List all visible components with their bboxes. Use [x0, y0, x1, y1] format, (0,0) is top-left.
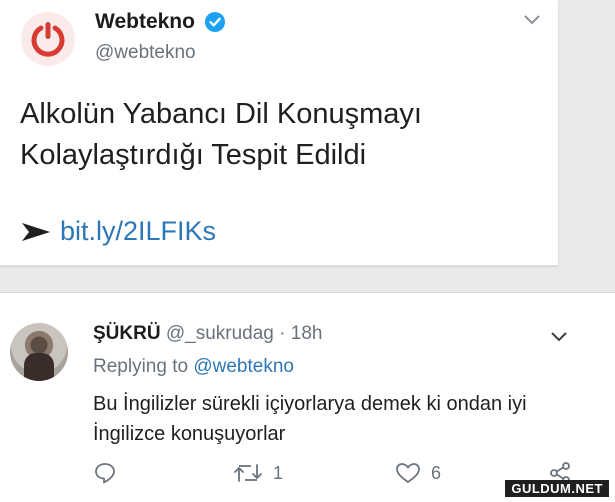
- tweet-card: Webtekno @webtekno Alkolün Yabancı Dil K…: [0, 0, 558, 266]
- like-icon: [396, 463, 420, 483]
- separator: ·: [273, 323, 291, 344]
- replying-to: Replying to @webtekno: [93, 356, 294, 378]
- tweet-author-name[interactable]: Webtekno: [95, 10, 195, 34]
- reply-author-name[interactable]: ŞÜKRÜ: [93, 323, 161, 344]
- arrow-icon: [22, 222, 50, 241]
- watermark: GULDUM.NET: [505, 480, 609, 497]
- reply-author-handle[interactable]: @_sukrudag: [166, 323, 274, 344]
- like-count: 6: [431, 462, 442, 483]
- reply-header: ŞÜKRÜ @_sukrudag · 18h: [93, 323, 322, 345]
- power-logo-icon[interactable]: [21, 12, 75, 66]
- reply-icon: [95, 463, 115, 484]
- avatar[interactable]: [10, 323, 68, 381]
- chevron-down-icon[interactable]: [550, 331, 568, 343]
- retweet-count: 1: [273, 462, 284, 483]
- tweet-link-row[interactable]: bit.ly/2ILFIKs: [20, 216, 216, 247]
- tweet-link[interactable]: bit.ly/2ILFIKs: [60, 216, 216, 247]
- chevron-down-icon[interactable]: [523, 14, 541, 26]
- reply-button[interactable]: [93, 461, 127, 485]
- reply-time[interactable]: 18h: [291, 323, 323, 344]
- tweet-author-handle[interactable]: @webtekno: [95, 42, 196, 64]
- verified-badge-icon: [205, 12, 225, 32]
- tweet-text: Alkolün Yabancı Dil Konuşmayı Kolaylaştı…: [20, 98, 422, 171]
- retweet-button[interactable]: 1: [233, 461, 283, 485]
- retweet-icon: [234, 464, 262, 482]
- like-button[interactable]: 6: [395, 461, 441, 485]
- replying-mention[interactable]: @webtekno: [193, 356, 294, 377]
- reply-card: ŞÜKRÜ @_sukrudag · 18h Replying to @webt…: [0, 292, 615, 502]
- reply-text: Bu İngilizler sürekli içiyorlarya demek …: [93, 393, 527, 445]
- replying-prefix: Replying to: [93, 356, 189, 377]
